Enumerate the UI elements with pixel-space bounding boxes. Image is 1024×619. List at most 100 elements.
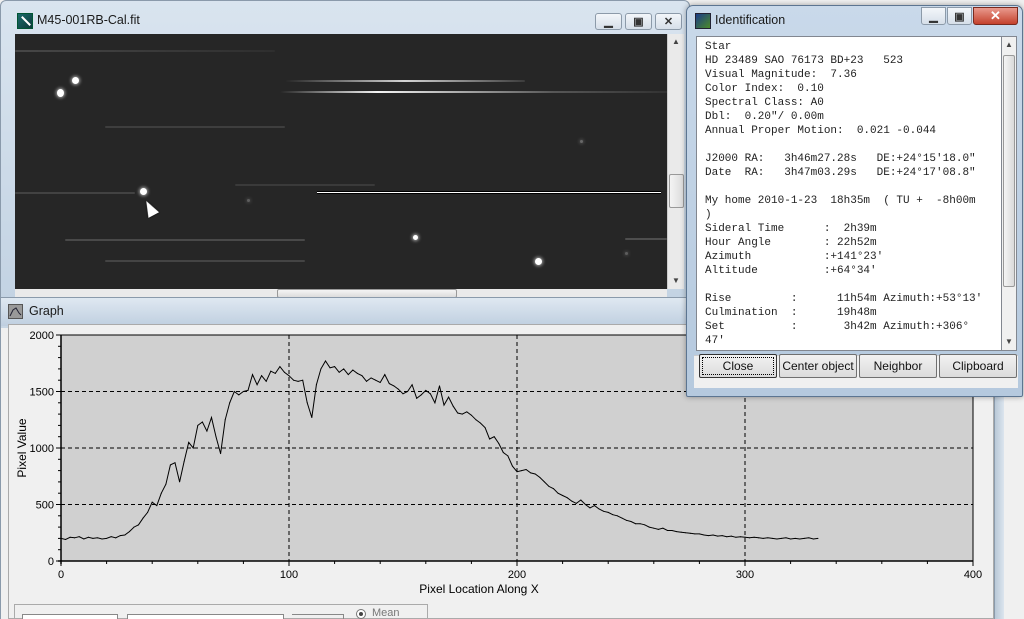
- data-point: [83, 538, 85, 540]
- x-axis-label: Pixel Location Along X: [419, 582, 538, 596]
- data-point: [484, 427, 486, 429]
- data-point: [106, 537, 108, 539]
- data-point: [543, 481, 545, 483]
- clipboard-button[interactable]: Clipboard: [939, 354, 1017, 378]
- close-button[interactable]: ✕: [655, 13, 682, 30]
- y-tick-label: 1500: [30, 387, 54, 399]
- star[interactable]: [140, 188, 147, 195]
- star[interactable]: [72, 77, 79, 84]
- data-point: [457, 412, 459, 414]
- data-point: [188, 441, 190, 443]
- data-point: [338, 371, 340, 373]
- data-point: [438, 385, 440, 387]
- close-button[interactable]: ✕: [973, 7, 1018, 25]
- scrollbar-thumb[interactable]: [1003, 55, 1015, 287]
- data-point: [603, 510, 605, 512]
- data-point: [361, 375, 363, 377]
- data-point: [407, 391, 409, 392]
- graph-control-field[interactable]: [22, 614, 118, 619]
- data-point: [411, 384, 413, 386]
- fits-image-canvas[interactable]: [15, 34, 667, 289]
- data-point: [279, 366, 281, 368]
- mean-radio[interactable]: [356, 609, 366, 619]
- data-point: [502, 452, 504, 454]
- data-point: [534, 473, 536, 475]
- data-point: [498, 442, 500, 444]
- data-point: [434, 402, 436, 404]
- data-point: [261, 375, 263, 377]
- data-point: [347, 374, 349, 376]
- x-tick-label: 0: [58, 569, 64, 581]
- data-point: [689, 532, 691, 534]
- minimize-icon: ▁: [604, 16, 613, 28]
- graph-control-field[interactable]: [292, 614, 344, 619]
- data-point: [607, 511, 609, 513]
- scrollbar-thumb[interactable]: [669, 174, 684, 208]
- data-point: [96, 537, 98, 539]
- data-point: [169, 464, 171, 466]
- data-point: [101, 538, 103, 540]
- data-point: [589, 507, 591, 509]
- star: [580, 140, 583, 143]
- data-point: [197, 424, 199, 426]
- data-point: [229, 402, 231, 404]
- close-dialog-button[interactable]: Close: [699, 354, 777, 378]
- data-point: [448, 396, 450, 398]
- star-streak: [15, 192, 135, 194]
- identification-textarea[interactable]: Star HD 23489 SAO 76173 BD+23 523 Visual…: [696, 36, 1002, 351]
- image-vertical-scrollbar[interactable]: ▲ ▼: [667, 34, 684, 289]
- data-point: [165, 483, 167, 485]
- data-point: [124, 534, 126, 536]
- image-window-titlebar[interactable]: M45-001RB-Cal.fit ▁ ▣ ✕: [1, 1, 689, 35]
- data-point: [676, 531, 678, 533]
- data-point: [302, 379, 304, 381]
- data-point: [594, 505, 596, 507]
- restore-button[interactable]: ▣: [625, 13, 652, 30]
- minimize-button[interactable]: ▁: [921, 7, 946, 25]
- identification-scrollbar[interactable]: ▲ ▼: [1002, 36, 1017, 351]
- scroll-down-icon[interactable]: ▼: [672, 276, 680, 285]
- graph-control-field[interactable]: [127, 614, 284, 619]
- star-streak: [285, 80, 525, 82]
- star[interactable]: [535, 258, 542, 265]
- data-point: [598, 508, 600, 510]
- star-chart-app-icon: [695, 13, 711, 29]
- star-streak: [235, 184, 375, 186]
- profile-line[interactable]: [317, 191, 661, 194]
- data-point: [703, 534, 705, 536]
- data-point: [270, 370, 272, 372]
- scroll-up-icon[interactable]: ▲: [672, 37, 680, 46]
- data-point: [530, 472, 532, 474]
- data-point: [416, 397, 418, 399]
- scroll-up-icon[interactable]: ▲: [1005, 40, 1013, 49]
- data-point: [233, 391, 235, 392]
- data-point: [420, 394, 422, 396]
- restore-button[interactable]: ▣: [947, 7, 972, 25]
- neighbor-button[interactable]: Neighbor: [859, 354, 937, 378]
- graph-icon: [8, 304, 23, 319]
- data-point: [238, 394, 240, 396]
- data-point: [712, 534, 714, 536]
- data-point: [210, 416, 212, 418]
- data-point: [612, 514, 614, 516]
- data-point: [539, 476, 541, 478]
- center-object-button[interactable]: Center object: [779, 354, 857, 378]
- data-point: [507, 455, 509, 457]
- scroll-down-icon[interactable]: ▼: [1005, 337, 1013, 346]
- data-point: [402, 393, 404, 395]
- star-streak: [105, 126, 285, 128]
- data-point: [489, 438, 491, 440]
- data-point: [790, 538, 792, 540]
- identification-window: Identification ▁ ▣ ✕ Star HD 23489 SAO 7…: [686, 5, 1023, 397]
- star[interactable]: [57, 89, 64, 97]
- data-point: [630, 520, 632, 522]
- data-point: [525, 468, 527, 470]
- data-point: [639, 523, 641, 525]
- minimize-button[interactable]: ▁: [595, 13, 622, 30]
- data-point: [201, 421, 203, 423]
- restore-icon: ▣: [633, 16, 644, 28]
- close-icon: ✕: [663, 16, 674, 28]
- x-tick-label: 300: [736, 569, 754, 581]
- data-point: [69, 536, 71, 538]
- star[interactable]: [413, 235, 418, 240]
